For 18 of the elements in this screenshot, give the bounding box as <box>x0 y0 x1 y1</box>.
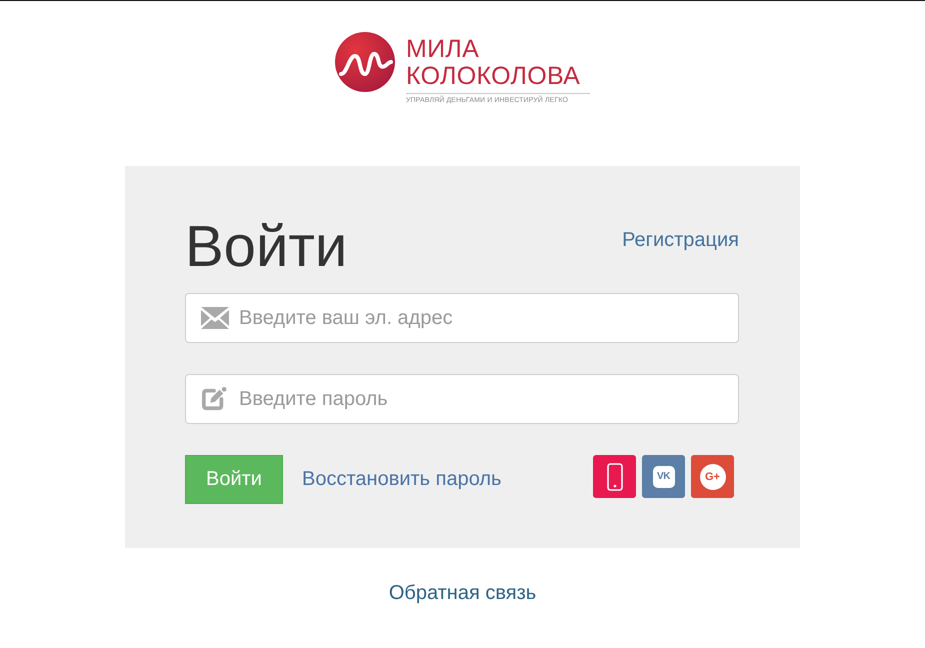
envelope-icon <box>201 307 229 329</box>
vk-logo: VK <box>652 466 674 488</box>
register-link[interactable]: Регистрация <box>622 229 739 252</box>
phone-login-button[interactable] <box>593 455 636 498</box>
brand-name: МИЛА <box>406 36 480 63</box>
google-plus-logo: G+ <box>700 464 726 490</box>
login-button[interactable]: Войти <box>185 455 283 504</box>
recover-password-link[interactable]: Восстановить пароль <box>302 468 502 491</box>
vk-login-button[interactable]: VK <box>642 455 685 498</box>
brand-name: КОЛОКОЛОВА <box>406 63 582 90</box>
feedback-link[interactable]: Обратная связь <box>388 582 536 604</box>
google-plus-login-button[interactable]: G+ <box>691 455 734 498</box>
logo-icon <box>335 32 395 92</box>
email-field[interactable]: Введите ваш эл. адрес <box>185 293 739 343</box>
pencil-square-icon <box>201 387 227 411</box>
phone-icon <box>606 462 622 490</box>
password-field[interactable]: Введите пароль <box>185 374 739 424</box>
form-title: Войти <box>185 214 348 280</box>
